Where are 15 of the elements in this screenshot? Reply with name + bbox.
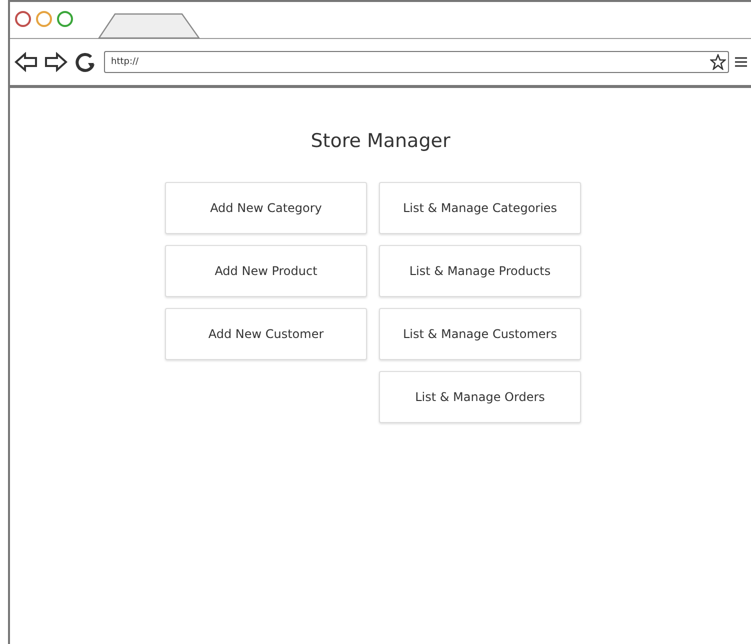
- address-field[interactable]: http://: [104, 51, 729, 73]
- star-icon[interactable]: [710, 54, 726, 70]
- add-button[interactable]: Add New Product: [165, 245, 367, 297]
- back-arrow-icon[interactable]: [14, 52, 38, 72]
- manage-button[interactable]: List & Manage Customers: [379, 308, 581, 360]
- manage-button[interactable]: List & Manage Categories: [379, 182, 581, 234]
- manage-button[interactable]: List & Manage Orders: [379, 371, 581, 423]
- page-title: Store Manager: [310, 130, 450, 152]
- add-button[interactable]: Add New Category: [165, 182, 367, 234]
- forward-arrow-icon[interactable]: [44, 52, 68, 72]
- manage-button[interactable]: List & Manage Products: [379, 245, 581, 297]
- reload-icon[interactable]: [74, 51, 96, 73]
- browser-tab[interactable]: [98, 13, 200, 39]
- menu-icon[interactable]: [735, 56, 747, 68]
- add-button[interactable]: Add New Customer: [165, 308, 367, 360]
